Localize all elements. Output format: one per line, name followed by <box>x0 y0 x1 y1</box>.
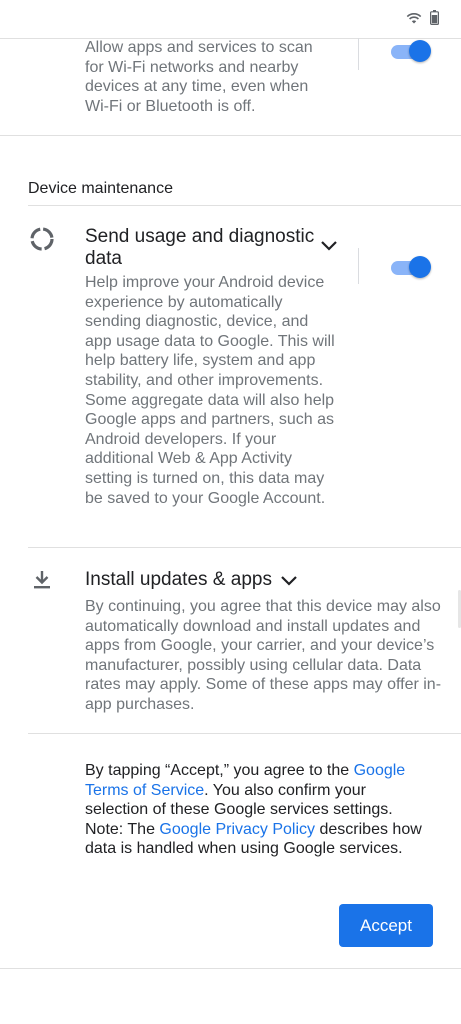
consent-text: By tapping “Accept,” you agree to the Go… <box>85 761 425 859</box>
privacy-policy-link[interactable]: Google Privacy Policy <box>159 821 315 838</box>
divider-usage <box>28 547 461 548</box>
usage-title[interactable]: Send usage and diagnostic data <box>85 226 320 270</box>
download-icon <box>34 571 50 589</box>
updates-description: By continuing, you agree that this devic… <box>85 598 442 713</box>
consent-text-part1: By tapping “Accept,” you agree to the <box>85 762 354 779</box>
wifi-scan-description: Allow apps and services to scan for Wi-F… <box>85 39 313 115</box>
progress-circle-icon <box>30 227 54 251</box>
wifi-icon <box>406 13 422 24</box>
section-header-device-maintenance: Device maintenance <box>28 180 173 197</box>
updates-title[interactable]: Install updates & apps <box>85 569 280 591</box>
usage-description: Help improve your Android device experie… <box>85 274 335 507</box>
battery-icon <box>430 10 439 25</box>
divider-updates <box>28 733 461 734</box>
chevron-down-icon[interactable] <box>280 575 298 587</box>
divider-wifi <box>0 135 461 136</box>
usage-toggle[interactable] <box>391 256 431 278</box>
chevron-down-icon[interactable] <box>320 240 338 252</box>
wifi-scan-separator <box>358 38 359 70</box>
accept-button[interactable]: Accept <box>339 904 433 947</box>
divider-header <box>28 205 461 206</box>
usage-separator <box>358 248 359 284</box>
wifi-scan-toggle[interactable] <box>391 40 431 62</box>
bottom-divider <box>0 968 461 969</box>
status-bar <box>0 0 461 36</box>
